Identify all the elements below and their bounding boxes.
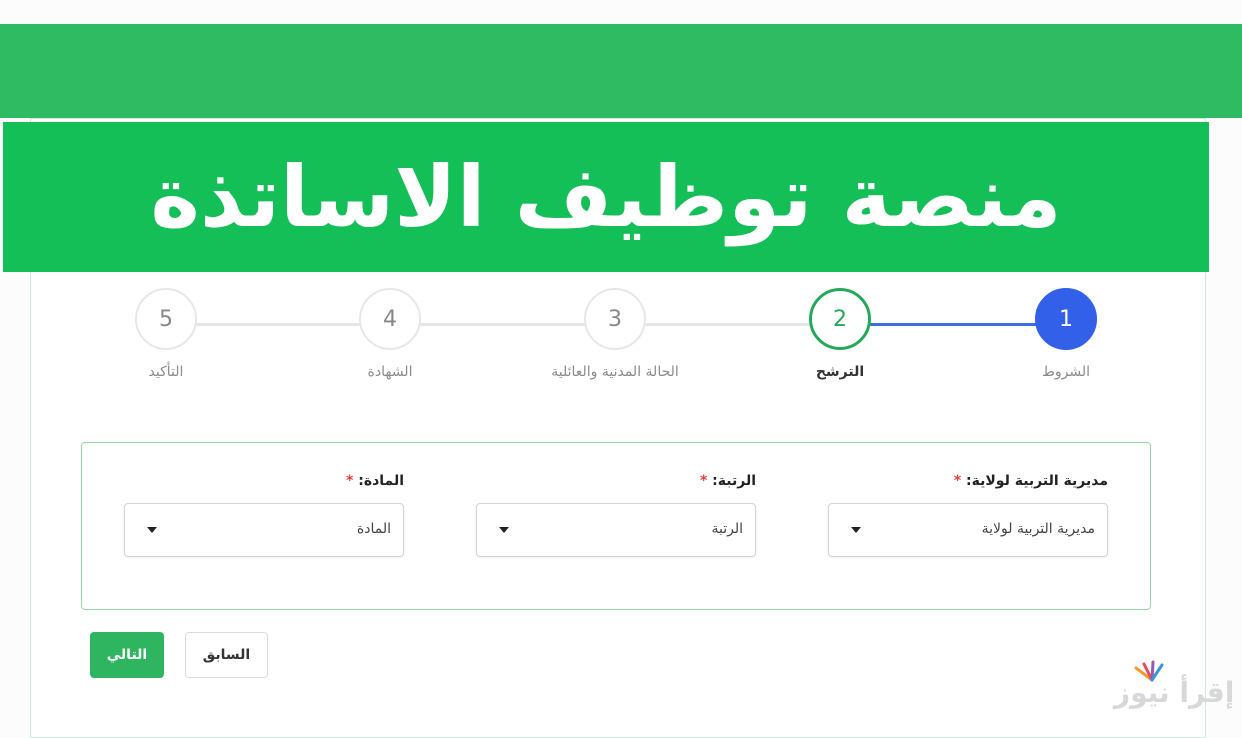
step-2-label: الترشح <box>815 364 865 380</box>
top-header-bar <box>0 24 1242 118</box>
step-2[interactable]: 2 الترشح <box>760 288 920 380</box>
step-3[interactable]: 3 الحالة المدنية والعائلية <box>535 288 695 380</box>
directorate-field: مديرية التربية لولاية: * مديرية التربية … <box>828 473 1108 557</box>
grade-field: الرتبة: * الرتبة <box>476 473 756 557</box>
directorate-label: مديرية التربية لولاية: * <box>828 473 1108 491</box>
watermark-text: إقرأ نيوز <box>1114 676 1235 709</box>
step-2-circle: 2 <box>809 288 871 350</box>
caret-down-icon <box>851 527 861 533</box>
banner-title: منصة توظيف الاساتذة <box>150 148 1062 246</box>
title-banner: منصة توظيف الاساتذة <box>3 122 1209 272</box>
selection-form: مديرية التربية لولاية: * مديرية التربية … <box>81 442 1151 610</box>
subject-select[interactable]: المادة <box>124 503 404 557</box>
directorate-select[interactable]: مديرية التربية لولاية <box>828 503 1108 557</box>
step-3-circle: 3 <box>584 288 646 350</box>
step-1-circle: 1 <box>1035 288 1097 350</box>
step-5-label: التأكيد <box>148 364 184 380</box>
grade-select-value: الرتبة <box>711 521 743 537</box>
required-mark: * <box>953 473 962 489</box>
previous-button[interactable]: السابق <box>185 632 268 678</box>
step-5[interactable]: 5 التأكيد <box>86 288 246 380</box>
step-4[interactable]: 4 الشهادة <box>310 288 470 380</box>
step-5-circle: 5 <box>135 288 197 350</box>
required-mark: * <box>699 473 708 489</box>
required-mark: * <box>346 473 354 489</box>
step-3-label: الحالة المدنية والعائلية <box>551 364 679 380</box>
step-4-label: الشهادة <box>367 364 413 380</box>
grade-select[interactable]: الرتبة <box>476 503 756 557</box>
subject-label-text: المادة: <box>358 473 404 489</box>
directorate-select-value: مديرية التربية لولاية <box>981 521 1095 537</box>
subject-label: المادة: * <box>124 473 404 491</box>
caret-down-icon <box>499 527 509 533</box>
step-1-label: الشروط <box>1041 364 1091 380</box>
step-1[interactable]: 1 الشروط <box>986 288 1146 380</box>
next-button[interactable]: التالي <box>90 632 164 678</box>
caret-down-icon <box>147 527 157 533</box>
watermark-logo: إقرأ نيوز <box>1112 660 1236 712</box>
progress-stepper: 1 الشروط 2 الترشح 3 الحالة المدنية والعا… <box>100 288 1140 398</box>
subject-field: المادة: * المادة <box>124 473 404 557</box>
directorate-label-text: مديرية التربية لولاية: <box>966 473 1108 489</box>
subject-select-value: المادة <box>356 521 391 537</box>
grade-label-text: الرتبة: <box>712 473 756 489</box>
step-4-circle: 4 <box>359 288 421 350</box>
grade-label: الرتبة: * <box>476 473 756 491</box>
